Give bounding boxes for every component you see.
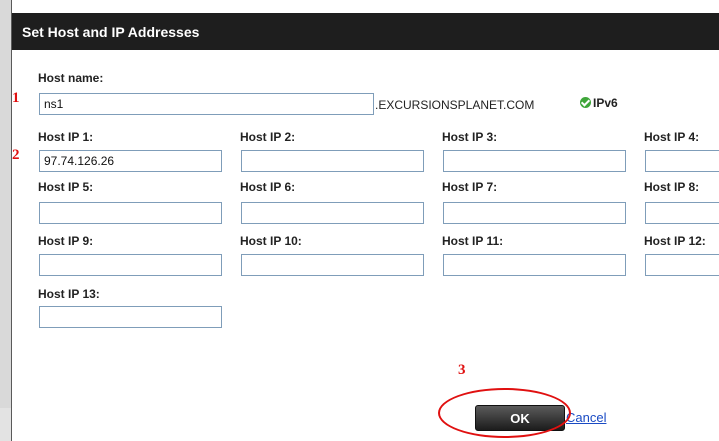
annotation-ok-highlight xyxy=(438,388,571,438)
host-ip-2-label: Host IP 2: xyxy=(240,130,296,144)
host-ip-9-label: Host IP 9: xyxy=(38,234,94,248)
domain-suffix: .EXCURSIONSPLANET.COM xyxy=(375,98,535,112)
host-name-input[interactable] xyxy=(39,93,374,115)
host-ip-13-label: Host IP 13: xyxy=(38,287,100,301)
host-ip-7-input[interactable] xyxy=(443,202,626,224)
dialog-title: Set Host and IP Addresses xyxy=(22,24,200,40)
host-ip-12-label: Host IP 12: xyxy=(644,234,706,248)
dialog-top-edge xyxy=(12,0,719,13)
check-circle-icon xyxy=(580,97,591,109)
annotation-step-2: 2 xyxy=(12,147,20,163)
ipv6-indicator[interactable]: IPv6 xyxy=(580,94,618,112)
host-ip-4-label: Host IP 4: xyxy=(644,130,700,144)
dialog-titlebar: Set Host and IP Addresses xyxy=(12,13,719,50)
host-ip-7-label: Host IP 7: xyxy=(442,180,498,194)
host-ip-4-input[interactable] xyxy=(645,150,719,172)
host-ip-8-input[interactable] xyxy=(645,202,719,224)
host-ip-6-input[interactable] xyxy=(241,202,424,224)
host-ip-3-label: Host IP 3: xyxy=(442,130,498,144)
host-ip-5-input[interactable] xyxy=(39,202,222,224)
host-ip-1-input[interactable] xyxy=(39,150,222,172)
host-ip-11-label: Host IP 11: xyxy=(442,234,504,248)
ipv6-label: IPv6 xyxy=(593,95,618,110)
host-ip-12-input[interactable] xyxy=(645,254,719,276)
set-host-dialog: Set Host and IP Addresses Host name: .EX… xyxy=(11,0,719,441)
host-ip-1-label: Host IP 1: xyxy=(38,130,94,144)
host-ip-10-label: Host IP 10: xyxy=(240,234,302,248)
host-ip-3-input[interactable] xyxy=(443,150,626,172)
host-ip-9-input[interactable] xyxy=(39,254,222,276)
host-ip-13-input[interactable] xyxy=(39,306,222,328)
host-ip-6-label: Host IP 6: xyxy=(240,180,296,194)
annotation-step-1: 1 xyxy=(12,90,20,106)
host-name-label: Host name: xyxy=(38,71,104,85)
host-ip-10-input[interactable] xyxy=(241,254,424,276)
cancel-link[interactable]: Cancel xyxy=(566,410,606,425)
annotation-step-3: 3 xyxy=(458,362,466,378)
host-ip-2-input[interactable] xyxy=(241,150,424,172)
host-ip-11-input[interactable] xyxy=(443,254,626,276)
host-ip-8-label: Host IP 8: xyxy=(644,180,700,194)
host-ip-5-label: Host IP 5: xyxy=(38,180,94,194)
